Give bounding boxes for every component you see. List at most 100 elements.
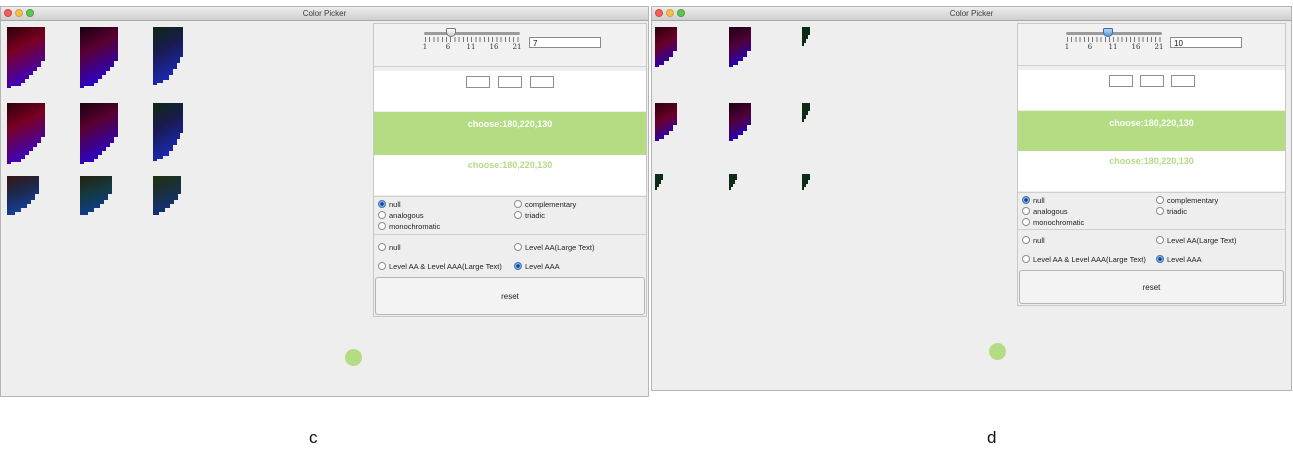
radio-contrast-null[interactable]: null: [378, 243, 401, 253]
color-swatch[interactable]: [655, 174, 665, 192]
slider-track[interactable]: [424, 32, 520, 35]
radio-unselected-icon[interactable]: [1022, 218, 1030, 226]
radio-unselected-icon[interactable]: [514, 200, 522, 208]
chosen-color-dot[interactable]: [989, 343, 1006, 360]
rgb-input-area: [374, 71, 646, 111]
title-bar: Color Picker: [652, 7, 1291, 21]
scheme-radio-group: null complementary analogous triadic mon…: [374, 196, 646, 234]
reset-button[interactable]: reset: [375, 277, 645, 315]
color-swatch[interactable]: [729, 174, 739, 192]
radio-contrast-null[interactable]: null: [1022, 236, 1045, 246]
window-title: Color Picker: [302, 9, 347, 18]
radio-scheme-null[interactable]: null: [1022, 196, 1045, 206]
radio-selected-icon[interactable]: [1022, 196, 1030, 204]
radio-scheme-complementary[interactable]: complementary: [514, 200, 576, 210]
radio-selected-icon[interactable]: [378, 200, 386, 208]
radio-contrast-aa-aaa-large[interactable]: Level AA & Level AAA(Large Text): [378, 262, 502, 272]
chosen-color-dot[interactable]: [345, 349, 362, 366]
color-swatch[interactable]: [802, 103, 812, 125]
green-value-field[interactable]: [498, 76, 522, 88]
blue-value-field[interactable]: [530, 76, 554, 88]
radio-label: null: [389, 200, 401, 209]
chosen-color-band: choose:180,220,130: [1018, 111, 1285, 151]
color-swatch[interactable]: [655, 103, 679, 143]
radio-label: monochromatic: [389, 222, 441, 231]
choose-label-on-color: choose:180,220,130: [467, 119, 553, 129]
radio-unselected-icon[interactable]: [1022, 207, 1030, 215]
radio-label: null: [389, 243, 401, 252]
blue-value-field[interactable]: [1171, 75, 1195, 87]
color-swatch[interactable]: [80, 27, 120, 89]
slider-value-field[interactable]: 10: [1170, 37, 1242, 48]
radio-contrast-aaa[interactable]: Level AAA: [1156, 255, 1202, 265]
radio-label: null: [1033, 236, 1045, 245]
slider-value-field[interactable]: 7: [529, 37, 601, 48]
radio-unselected-icon[interactable]: [378, 222, 386, 230]
radio-scheme-analogous[interactable]: analogous: [1022, 207, 1068, 217]
radio-unselected-icon[interactable]: [378, 262, 386, 270]
red-value-field[interactable]: [1109, 75, 1133, 87]
radio-contrast-aa-large[interactable]: Level AA(Large Text): [1156, 236, 1237, 246]
reset-button[interactable]: reset: [1019, 270, 1284, 304]
color-swatch[interactable]: [153, 27, 185, 87]
color-swatch[interactable]: [7, 103, 47, 165]
radio-scheme-complementary[interactable]: complementary: [1156, 196, 1218, 206]
chosen-text-preview: choose:180,220,130: [1018, 151, 1285, 191]
color-swatch[interactable]: [80, 176, 114, 218]
color-swatch[interactable]: [7, 27, 47, 89]
radio-scheme-null[interactable]: null: [378, 200, 401, 210]
radio-scheme-analogous[interactable]: analogous: [378, 211, 424, 221]
scheme-radio-group: null complementary analogous triadic mon…: [1018, 192, 1285, 229]
color-swatch[interactable]: [80, 103, 120, 165]
figure-caption-d: d: [987, 428, 997, 447]
tick-label: 21: [1154, 43, 1164, 51]
tick-label: 11: [466, 43, 476, 51]
slider-ticks: [425, 37, 519, 42]
radio-scheme-monochromatic[interactable]: monochromatic: [378, 222, 440, 232]
radio-unselected-icon[interactable]: [1156, 207, 1164, 215]
slider-thumb[interactable]: [446, 28, 456, 37]
color-swatch[interactable]: [802, 27, 812, 49]
radio-label: complementary: [1167, 196, 1219, 205]
radio-scheme-triadic[interactable]: triadic: [1156, 207, 1187, 217]
slider-ticks: [1067, 37, 1161, 42]
radio-contrast-aa-aaa-large[interactable]: Level AA & Level AAA(Large Text): [1022, 255, 1146, 265]
radio-unselected-icon[interactable]: [1156, 236, 1164, 244]
slider-track[interactable]: [1066, 32, 1162, 35]
radio-contrast-aa-large[interactable]: Level AA(Large Text): [514, 243, 595, 253]
radio-selected-icon[interactable]: [1156, 255, 1164, 263]
color-swatch[interactable]: [729, 27, 753, 69]
color-swatch[interactable]: [802, 174, 812, 192]
choose-label-on-white: choose:180,220,130: [467, 160, 553, 170]
tick-label: 6: [1087, 43, 1093, 51]
radio-unselected-icon[interactable]: [514, 243, 522, 251]
radio-unselected-icon[interactable]: [1022, 255, 1030, 263]
color-swatch[interactable]: [729, 103, 753, 143]
choose-label-on-color: choose:180,220,130: [1109, 118, 1194, 128]
radio-contrast-aaa[interactable]: Level AAA: [514, 262, 560, 272]
radio-label: Level AA & Level AAA(Large Text): [1033, 255, 1146, 264]
radio-unselected-icon[interactable]: [378, 243, 386, 251]
radio-unselected-icon[interactable]: [1156, 196, 1164, 204]
radio-unselected-icon[interactable]: [378, 211, 386, 219]
color-swatch[interactable]: [7, 176, 41, 218]
radio-scheme-triadic[interactable]: triadic: [514, 211, 545, 221]
slider-thumb[interactable]: [1103, 28, 1113, 37]
color-swatch[interactable]: [153, 176, 183, 218]
red-value-field[interactable]: [466, 76, 490, 88]
tick-label: 11: [1108, 43, 1118, 51]
radio-label: complementary: [525, 200, 577, 209]
depth-slider-area: 1 6 11 16 21 7: [374, 24, 646, 67]
radio-unselected-icon[interactable]: [514, 211, 522, 219]
radio-scheme-monochromatic[interactable]: monochromatic: [1022, 218, 1084, 228]
radio-unselected-icon[interactable]: [1022, 236, 1030, 244]
chosen-text-preview: choose:180,220,130: [374, 155, 646, 195]
contrast-radio-group: null Level AA(Large Text) Level AA & Lev…: [374, 234, 646, 277]
radio-label: null: [1033, 196, 1045, 205]
radio-selected-icon[interactable]: [514, 262, 522, 270]
green-value-field[interactable]: [1140, 75, 1164, 87]
radio-label: Level AAA: [1167, 255, 1202, 264]
color-swatch[interactable]: [153, 103, 185, 163]
color-swatch[interactable]: [655, 27, 679, 69]
control-panel: 1 6 11 16 21 10 choose:180,220,130 choos…: [1017, 23, 1286, 306]
